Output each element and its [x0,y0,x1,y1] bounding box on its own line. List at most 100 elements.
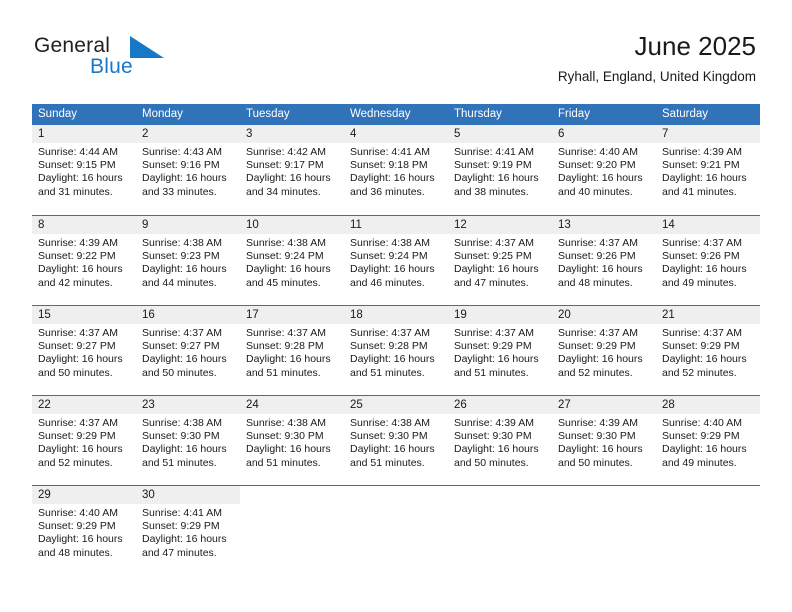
day-cell[interactable]: 27 Sunrise: 4:39 AM Sunset: 9:30 PM Dayl… [552,396,656,485]
sunrise-text: Sunrise: 4:42 AM [246,146,326,158]
daylight-text-line2: and 52 minutes. [558,366,633,379]
sunrise-text: Sunrise: 4:38 AM [350,237,430,249]
sunset-text: Sunset: 9:20 PM [558,159,636,172]
page-title: June 2025 [634,31,756,61]
week-row: 8 Sunrise: 4:39 AM Sunset: 9:22 PM Dayli… [32,215,760,305]
daylight-text-line2: and 49 minutes. [662,276,737,289]
day-cell[interactable]: 28 Sunrise: 4:40 AM Sunset: 9:29 PM Dayl… [656,396,760,485]
daylight-text-line2: and 51 minutes. [246,456,321,469]
day-cell[interactable]: 2 Sunrise: 4:43 AM Sunset: 9:16 PM Dayli… [136,125,240,215]
day-cell[interactable]: 8 Sunrise: 4:39 AM Sunset: 9:22 PM Dayli… [32,216,136,305]
day-number: 4 [344,125,448,143]
triangle-logo-icon [130,36,164,58]
day-cell[interactable]: 1 Sunrise: 4:44 AM Sunset: 9:15 PM Dayli… [32,125,136,215]
day-cell[interactable]: 19 Sunrise: 4:37 AM Sunset: 9:29 PM Dayl… [448,306,552,395]
sunset-text: Sunset: 9:25 PM [454,250,532,263]
daylight-text-line2: and 52 minutes. [662,366,737,379]
daylight-text-line1: Daylight: 16 hours [454,443,539,456]
day-cell[interactable]: 22 Sunrise: 4:37 AM Sunset: 9:29 PM Dayl… [32,396,136,485]
day-details: Sunrise: 4:37 AM Sunset: 9:29 PM Dayligh… [32,414,136,470]
sunrise-text: Sunrise: 4:39 AM [662,146,742,158]
day-cell[interactable]: 3 Sunrise: 4:42 AM Sunset: 9:17 PM Dayli… [240,125,344,215]
day-number: 23 [136,396,240,414]
sunset-text: Sunset: 9:30 PM [454,430,532,443]
daylight-text-line1: Daylight: 16 hours [454,172,539,185]
day-cell[interactable]: 7 Sunrise: 4:39 AM Sunset: 9:21 PM Dayli… [656,125,760,215]
day-number: 13 [552,216,656,234]
day-details: Sunrise: 4:40 AM Sunset: 9:20 PM Dayligh… [552,143,656,199]
day-cell-empty [552,486,656,575]
daylight-text-line1: Daylight: 16 hours [350,443,435,456]
day-cell[interactable]: 18 Sunrise: 4:37 AM Sunset: 9:28 PM Dayl… [344,306,448,395]
sunrise-text: Sunrise: 4:38 AM [142,237,222,249]
day-details: Sunrise: 4:42 AM Sunset: 9:17 PM Dayligh… [240,143,344,199]
day-cell[interactable]: 21 Sunrise: 4:37 AM Sunset: 9:29 PM Dayl… [656,306,760,395]
day-details: Sunrise: 4:38 AM Sunset: 9:30 PM Dayligh… [344,414,448,470]
day-cell[interactable]: 23 Sunrise: 4:38 AM Sunset: 9:30 PM Dayl… [136,396,240,485]
day-details: Sunrise: 4:37 AM Sunset: 9:29 PM Dayligh… [448,324,552,380]
day-details: Sunrise: 4:37 AM Sunset: 9:27 PM Dayligh… [136,324,240,380]
day-cell-empty [240,486,344,575]
daylight-text-line1: Daylight: 16 hours [558,443,643,456]
weekday-header-sunday: Sunday [38,108,78,120]
day-cell[interactable]: 13 Sunrise: 4:37 AM Sunset: 9:26 PM Dayl… [552,216,656,305]
day-cell[interactable]: 5 Sunrise: 4:41 AM Sunset: 9:19 PM Dayli… [448,125,552,215]
day-cell[interactable]: 6 Sunrise: 4:40 AM Sunset: 9:20 PM Dayli… [552,125,656,215]
sunset-text: Sunset: 9:28 PM [246,340,324,353]
day-cell[interactable]: 20 Sunrise: 4:37 AM Sunset: 9:29 PM Dayl… [552,306,656,395]
sunset-text: Sunset: 9:16 PM [142,159,220,172]
day-cell[interactable]: 11 Sunrise: 4:38 AM Sunset: 9:24 PM Dayl… [344,216,448,305]
day-details: Sunrise: 4:39 AM Sunset: 9:22 PM Dayligh… [32,234,136,290]
day-details: Sunrise: 4:38 AM Sunset: 9:30 PM Dayligh… [136,414,240,470]
day-cell[interactable]: 25 Sunrise: 4:38 AM Sunset: 9:30 PM Dayl… [344,396,448,485]
day-number: 26 [448,396,552,414]
day-cell[interactable]: 4 Sunrise: 4:41 AM Sunset: 9:18 PM Dayli… [344,125,448,215]
day-cell[interactable]: 16 Sunrise: 4:37 AM Sunset: 9:27 PM Dayl… [136,306,240,395]
page-subtitle-location: Ryhall, England, United Kingdom [557,69,756,84]
daylight-text-line2: and 46 minutes. [350,276,425,289]
week-row: 22 Sunrise: 4:37 AM Sunset: 9:29 PM Dayl… [32,395,760,485]
brand-logo[interactable]: General Blue [34,34,224,86]
daylight-text-line1: Daylight: 16 hours [38,533,123,546]
calendar-page: General Blue June 2025 Ryhall, England, … [0,0,792,612]
day-number: 15 [32,306,136,324]
sunset-text: Sunset: 9:29 PM [38,430,116,443]
day-cell[interactable]: 17 Sunrise: 4:37 AM Sunset: 9:28 PM Dayl… [240,306,344,395]
day-cell[interactable]: 24 Sunrise: 4:38 AM Sunset: 9:30 PM Dayl… [240,396,344,485]
day-cell-empty [344,486,448,575]
day-cell[interactable]: 14 Sunrise: 4:37 AM Sunset: 9:26 PM Dayl… [656,216,760,305]
day-details: Sunrise: 4:38 AM Sunset: 9:30 PM Dayligh… [240,414,344,470]
daylight-text-line1: Daylight: 16 hours [246,443,331,456]
day-cell[interactable]: 10 Sunrise: 4:38 AM Sunset: 9:24 PM Dayl… [240,216,344,305]
daylight-text-line1: Daylight: 16 hours [142,353,227,366]
day-cell[interactable]: 26 Sunrise: 4:39 AM Sunset: 9:30 PM Dayl… [448,396,552,485]
daylight-text-line1: Daylight: 16 hours [350,353,435,366]
daylight-text-line1: Daylight: 16 hours [558,172,643,185]
sunrise-text: Sunrise: 4:39 AM [454,417,534,429]
sunrise-text: Sunrise: 4:37 AM [246,327,326,339]
sunset-text: Sunset: 9:29 PM [662,430,740,443]
sunrise-text: Sunrise: 4:41 AM [142,507,222,519]
day-number: 24 [240,396,344,414]
day-number: 21 [656,306,760,324]
daylight-text-line1: Daylight: 16 hours [454,353,539,366]
day-cell[interactable]: 29 Sunrise: 4:40 AM Sunset: 9:29 PM Dayl… [32,486,136,575]
day-number: 25 [344,396,448,414]
sunset-text: Sunset: 9:26 PM [662,250,740,263]
daylight-text-line1: Daylight: 16 hours [558,353,643,366]
title-block: June 2025 Ryhall, England, United Kingdo… [558,30,756,85]
sunrise-text: Sunrise: 4:37 AM [38,417,118,429]
sunrise-text: Sunrise: 4:38 AM [350,417,430,429]
day-details: Sunrise: 4:37 AM Sunset: 9:28 PM Dayligh… [240,324,344,380]
daylight-text-line1: Daylight: 16 hours [38,443,123,456]
day-cell[interactable]: 9 Sunrise: 4:38 AM Sunset: 9:23 PM Dayli… [136,216,240,305]
day-number: 28 [656,396,760,414]
day-cell[interactable]: 15 Sunrise: 4:37 AM Sunset: 9:27 PM Dayl… [32,306,136,395]
day-cell[interactable]: 30 Sunrise: 4:41 AM Sunset: 9:29 PM Dayl… [136,486,240,575]
sunset-text: Sunset: 9:29 PM [558,340,636,353]
daylight-text-line2: and 47 minutes. [142,546,217,559]
day-cell[interactable]: 12 Sunrise: 4:37 AM Sunset: 9:25 PM Dayl… [448,216,552,305]
calendar-grid: Sunday Monday Tuesday Wednesday Thursday… [32,104,760,575]
day-details: Sunrise: 4:39 AM Sunset: 9:21 PM Dayligh… [656,143,760,199]
day-number: 3 [240,125,344,143]
